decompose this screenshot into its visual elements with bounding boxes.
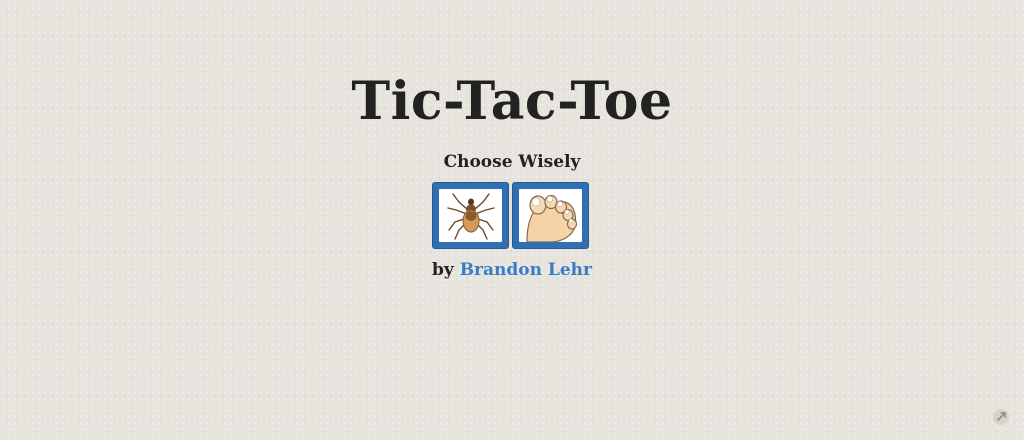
page-title: Tic-Tac-Toe [351, 71, 673, 132]
subtitle: Choose Wisely [443, 152, 581, 172]
choose-toe-button[interactable] [512, 182, 589, 249]
choice-buttons [432, 182, 592, 250]
choose-tick-button[interactable] [432, 182, 509, 249]
toe-icon [525, 194, 577, 242]
byline-prefix: by [432, 260, 454, 280]
byline: by Brandon Lehr [0, 258, 1024, 282]
author-link[interactable]: Brandon Lehr [460, 260, 592, 280]
fiddle-icon[interactable] [992, 408, 1010, 426]
tick-icon [446, 192, 495, 240]
